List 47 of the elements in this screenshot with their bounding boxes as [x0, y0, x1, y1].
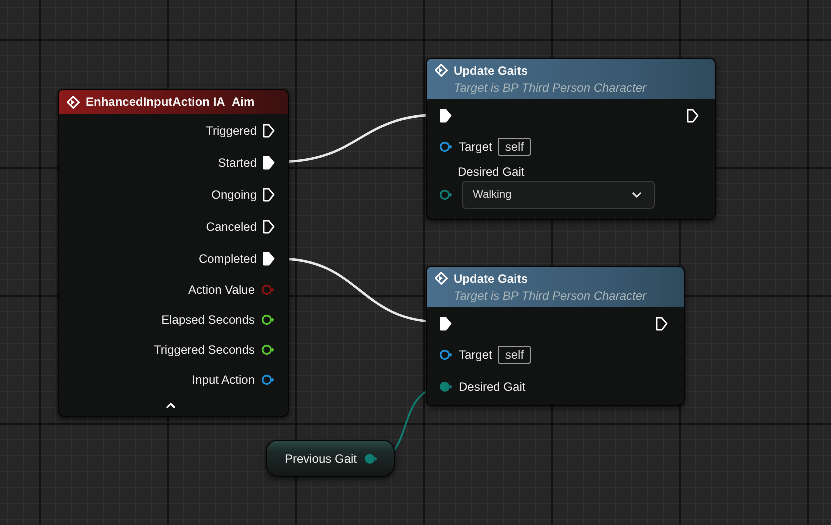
node-subtitle: Target is BP Third Person Character	[454, 288, 648, 302]
data-pin-icon[interactable]	[439, 349, 453, 361]
data-pin-icon[interactable]	[261, 314, 275, 326]
pin-label: Triggered Seconds	[154, 343, 255, 357]
diamond-icon	[435, 64, 448, 77]
variable-node[interactable]: Previous Gait	[266, 440, 395, 477]
function-node[interactable]: Update Gaits Target is BP Third Person Character Target self Desired Gait	[426, 266, 685, 406]
pin-label: Desired Gait	[458, 165, 526, 179]
function-node[interactable]: Update Gaits Target is BP Third Person Character Target self Desired Gait Walking	[426, 58, 716, 220]
node-title: Update Gaits	[454, 64, 530, 78]
event-node[interactable]: EnhancedInputAction IA_Aim Triggered Started Ongoing Canceled Completed Action Value Elapsed Seconds Triggered Seconds Input Action	[58, 89, 289, 417]
chevron-up-icon[interactable]	[166, 402, 176, 409]
exec-pin-icon[interactable]	[263, 124, 275, 138]
exec-pin-icon[interactable]	[656, 317, 668, 331]
data-pin-icon[interactable]	[261, 344, 275, 356]
pin-label: Input Action	[192, 373, 255, 387]
data-pin-icon[interactable]	[439, 189, 453, 201]
gait-dropdown[interactable]: Walking	[462, 181, 655, 209]
node-title: EnhancedInputAction IA_Aim	[86, 95, 255, 109]
node-title: Update Gaits	[454, 272, 530, 286]
pin-label: Target	[459, 348, 492, 362]
pin-label: Previous Gait	[284, 452, 357, 466]
exec-pin-icon[interactable]	[440, 317, 452, 331]
diamond-icon	[435, 272, 448, 285]
value-field[interactable]: self	[498, 138, 532, 156]
pin-label: Canceled	[206, 220, 257, 234]
pin-label: Elapsed Seconds	[162, 313, 255, 327]
exec-pin-icon[interactable]	[263, 220, 275, 234]
exec-pin-icon[interactable]	[263, 188, 275, 202]
data-pin-icon[interactable]	[439, 381, 453, 393]
pin-label: Desired Gait	[459, 380, 526, 394]
value-field[interactable]: self	[498, 346, 532, 364]
diamond-icon	[67, 96, 80, 108]
chevron-down-icon	[632, 192, 642, 198]
data-pin-icon[interactable]	[439, 141, 453, 153]
pin-label: Started	[218, 156, 257, 170]
data-pin-icon[interactable]	[261, 374, 275, 386]
exec-pin-icon[interactable]	[687, 109, 699, 123]
pin-label: Completed	[198, 252, 257, 266]
pin-label: Ongoing	[212, 188, 257, 202]
node-subtitle: Target is BP Third Person Character	[454, 80, 648, 94]
pin-label: Triggered	[206, 124, 257, 138]
pin-label: Target	[459, 140, 492, 154]
exec-pin-icon[interactable]	[263, 156, 275, 170]
pin-label: Action Value	[188, 283, 255, 297]
exec-pin-icon[interactable]	[440, 109, 452, 123]
exec-pin-icon[interactable]	[263, 252, 275, 266]
